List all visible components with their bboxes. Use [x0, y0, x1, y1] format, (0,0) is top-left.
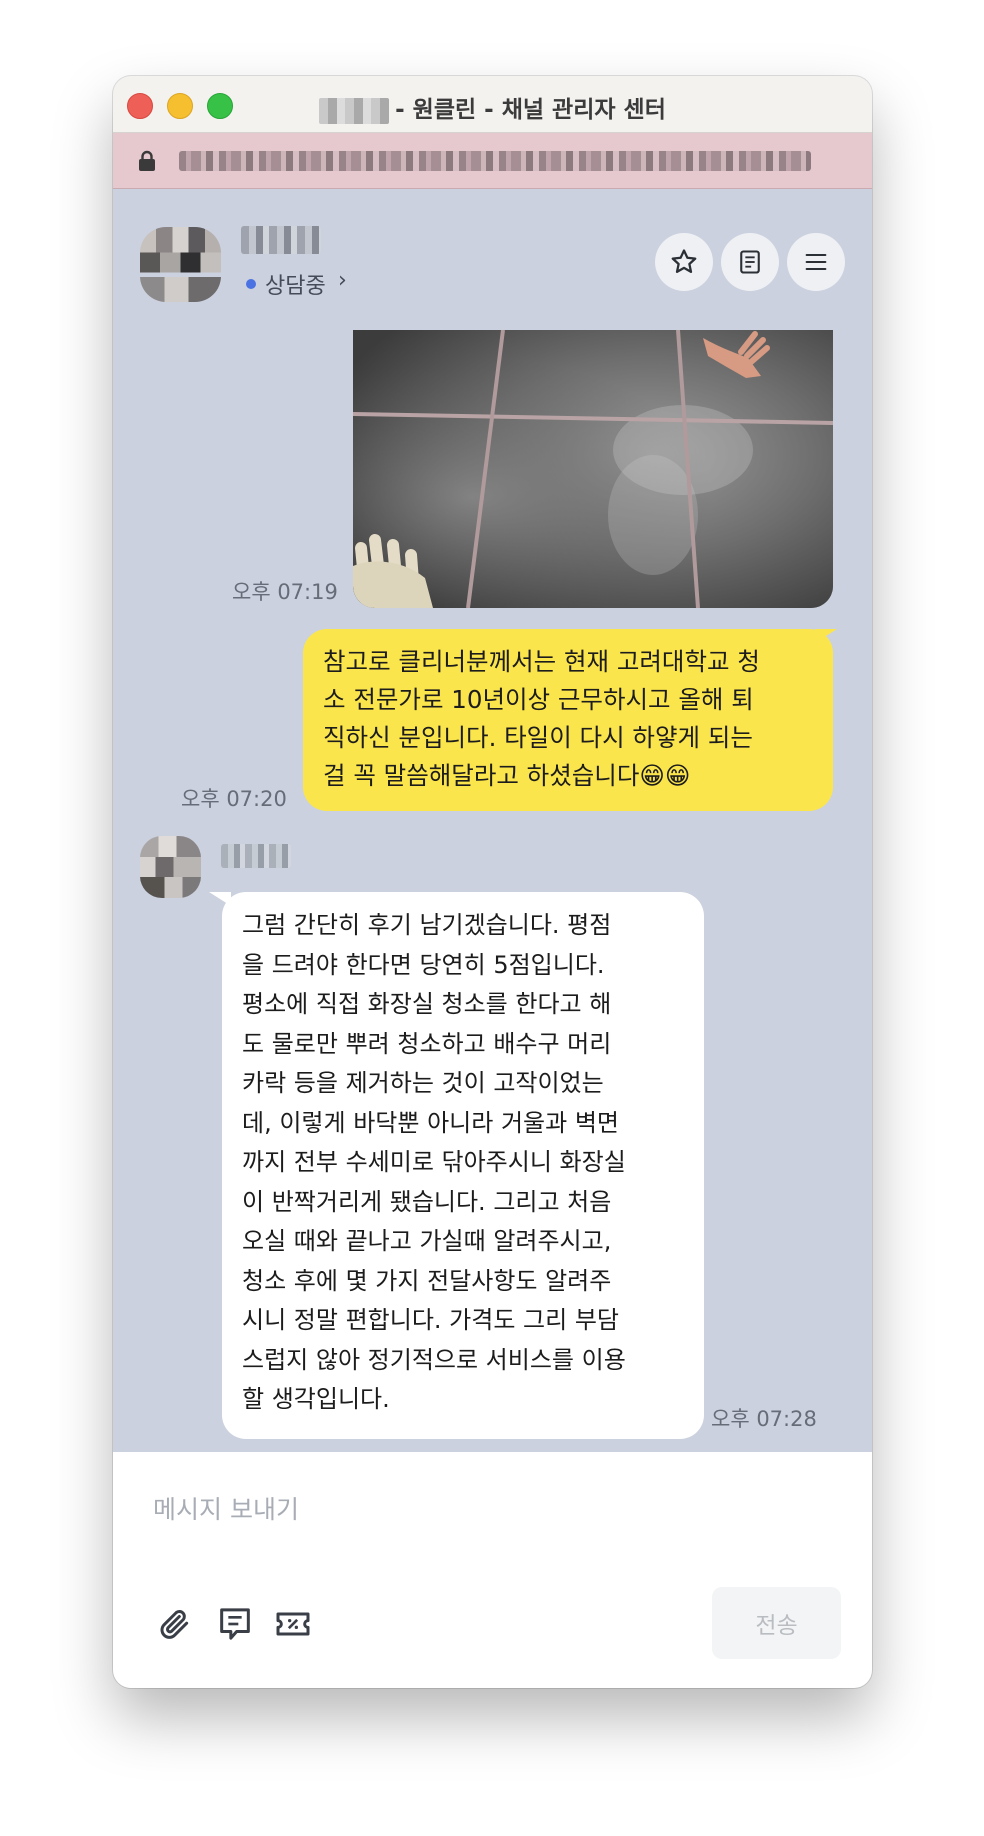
message-composer[interactable]: 메시지 보내기 전송 [113, 1452, 872, 1688]
window-title-container: - 원클린 - 채널 관리자 센터 [113, 90, 872, 124]
message-line: 스럽지 않아 정기적으로 서비스를 이용 [242, 1345, 626, 1374]
message-line: 걸 꼭 말씀해달라고 하셨습니다😁😁 [323, 761, 691, 790]
status-dot [246, 279, 256, 289]
message-line: 데, 이렇게 바닥뿐 아니라 거울과 벽면 [242, 1108, 619, 1137]
message-line: 오실 때와 끝나고 가실때 알려주시고, [242, 1227, 612, 1255]
chat-window: - 원클린 - 채널 관리자 센터 상담중 › 오후 07:19 참고로 클리너… [113, 76, 872, 1688]
customer-message-bubble[interactable]: 그럼 간단히 후기 남기겠습니다. 평점 을 드려야 한다면 당연히 5점입니다… [222, 892, 704, 1439]
chat-header: 상담중 › [113, 189, 872, 309]
message-time: 오후 07:28 [711, 1407, 817, 1431]
template-message-icon[interactable] [215, 1604, 255, 1644]
favorite-button[interactable] [655, 233, 713, 291]
message-line: 카락 등을 제거하는 것이 고작이었는 [242, 1069, 604, 1097]
message-line: 직하신 분입니다. 타일이 다시 하얗게 되는 [323, 723, 753, 752]
message-line: 을 드려야 한다면 당연히 5점입니다. [242, 950, 605, 979]
redacted-url[interactable] [179, 151, 811, 171]
send-button[interactable]: 전송 [712, 1587, 841, 1659]
customer-avatar[interactable] [140, 836, 201, 898]
redacted-customer-name [319, 97, 390, 124]
message-line: 참고로 클리너분께서는 현재 고려대학교 청 [323, 647, 760, 676]
customer-avatar[interactable] [140, 227, 221, 302]
message-time: 오후 07:20 [181, 787, 287, 811]
window-title: - 원클린 - 채널 관리자 센터 [395, 97, 666, 123]
message-line: 도 물로만 뿌려 청소하고 배수구 머리 [242, 1029, 612, 1058]
chevron-right-icon[interactable]: › [338, 268, 347, 293]
redacted-customer-name [221, 844, 291, 868]
message-line: 평소에 직접 화장실 청소를 한다고 해 [242, 990, 612, 1018]
tile-floor-photo [353, 330, 833, 608]
message-input-placeholder[interactable]: 메시지 보내기 [153, 1490, 299, 1526]
redacted-customer-name [241, 226, 321, 254]
message-time: 오후 07:19 [232, 580, 338, 604]
memo-button[interactable] [721, 233, 779, 291]
message-line: 할 생각입니다. [242, 1385, 390, 1413]
coupon-icon[interactable] [273, 1604, 313, 1644]
lock-icon [139, 150, 155, 171]
title-bar: - 원클린 - 채널 관리자 센터 [113, 76, 872, 133]
message-line: 청소 후에 몇 가지 전달사항도 알려주 [242, 1266, 612, 1295]
paperclip-icon[interactable] [155, 1604, 195, 1644]
star-icon [671, 249, 697, 273]
message-line: 그럼 간단히 후기 남기겠습니다. 평점 [242, 911, 612, 939]
message-line: 이 반짝거리게 됐습니다. 그리고 처음 [242, 1187, 612, 1216]
message-line: 시니 정말 편합니다. 가격도 그리 부담 [242, 1306, 619, 1334]
menu-button[interactable] [787, 233, 845, 291]
message-line: 소 전문가로 10년이상 근무하시고 올해 퇴 [323, 685, 754, 714]
consultation-status[interactable]: 상담중 [265, 268, 326, 300]
my-message-bubble[interactable]: 참고로 클리너분께서는 현재 고려대학교 청 소 전문가로 10년이상 근무하시… [303, 629, 833, 811]
document-icon [740, 250, 760, 274]
message-line: 까지 전부 수세미로 닦아주시니 화장실 [242, 1148, 626, 1176]
hamburger-menu-icon [805, 253, 827, 271]
url-bar[interactable] [113, 133, 872, 189]
message-photo[interactable] [353, 330, 833, 608]
